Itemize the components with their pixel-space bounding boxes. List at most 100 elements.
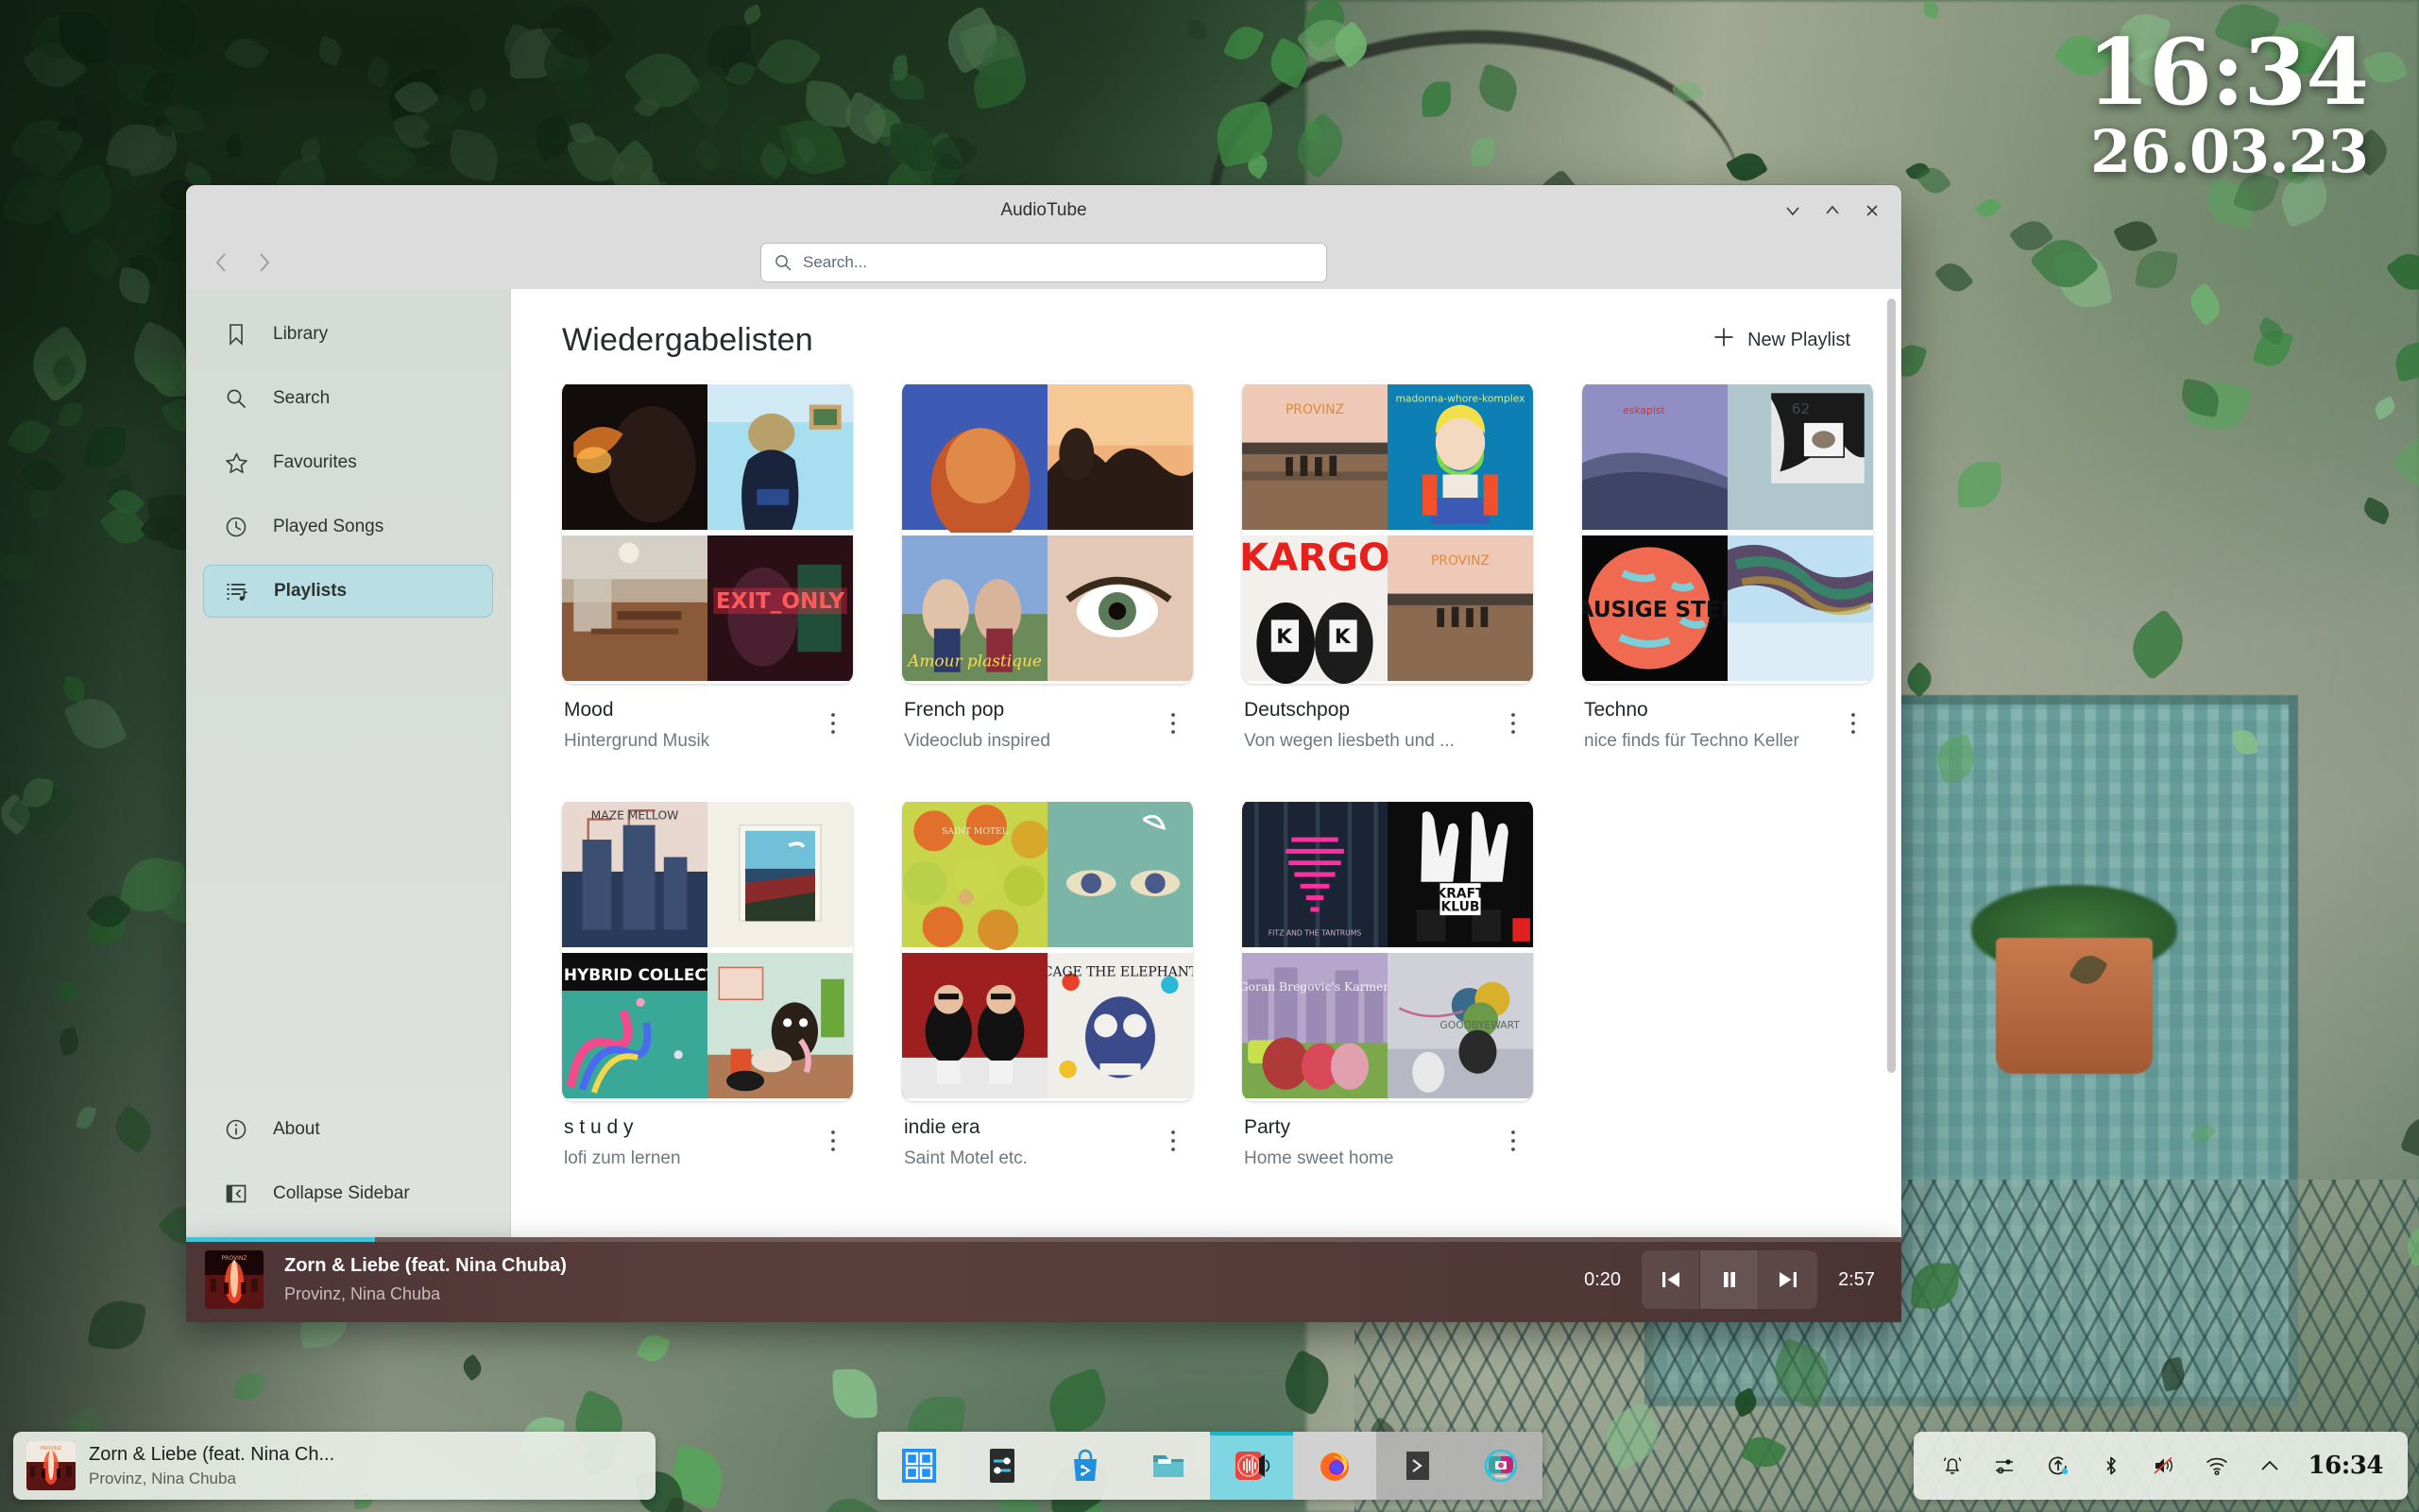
next-button[interactable] bbox=[1759, 1250, 1818, 1309]
playlist-cover[interactable]: EXIT_ONLY bbox=[562, 382, 853, 684]
sidebar-item-favourites[interactable]: Favourites bbox=[203, 436, 493, 489]
taskbar-album-art: PROVINZ bbox=[26, 1441, 76, 1490]
playlist-cover-quadrant bbox=[1728, 533, 1873, 684]
desktop-clock-date: 26.03.23 bbox=[2089, 116, 2369, 186]
player-album-art: PROVINZ bbox=[205, 1250, 264, 1309]
updates-icon[interactable] bbox=[2044, 1452, 2072, 1480]
playlist-meta: Mood Hintergrund Musik bbox=[562, 684, 853, 752]
plus-icon bbox=[1712, 325, 1736, 355]
notifications-icon[interactable] bbox=[1938, 1452, 1967, 1480]
playlist-cover-quadrant: GRAUSIGE STERN bbox=[1582, 533, 1728, 684]
playlist-menu-button[interactable] bbox=[817, 1122, 849, 1160]
playlist-cover[interactable]: FITZ AND THE TANTRUMS KRAFT KLUB Goran Breg… bbox=[1242, 799, 1533, 1101]
window-titlebar[interactable]: AudioTube bbox=[186, 185, 1901, 236]
sidebar-item-playlists[interactable]: Playlists bbox=[203, 565, 493, 618]
previous-button[interactable] bbox=[1642, 1250, 1701, 1309]
close-button[interactable] bbox=[1856, 195, 1888, 227]
playlist-title: indie era bbox=[904, 1116, 980, 1138]
svg-text:madonna-whore-komplex: madonna-whore-komplex bbox=[1395, 392, 1525, 404]
playlist-cover[interactable]: Amour plastique bbox=[902, 382, 1193, 684]
desktop-clock-widget: 16:34 26.03.23 bbox=[2087, 19, 2369, 186]
content-scrollbar[interactable] bbox=[1887, 298, 1896, 1130]
playlist-cover-quadrant bbox=[562, 533, 707, 684]
playlist-cover-quadrant: GOODBYEWART bbox=[1388, 950, 1533, 1101]
playlist-cover[interactable]: SAINT MOTEL CAGE THE ELEPHANT bbox=[902, 799, 1193, 1101]
playlist-cover-quadrant: FITZ AND THE TANTRUMS bbox=[1242, 799, 1388, 950]
wifi-icon[interactable] bbox=[2203, 1452, 2231, 1480]
window-title: AudioTube bbox=[1000, 200, 1087, 220]
taskbar-song-title: Zorn & Liebe (feat. Nina Ch... bbox=[89, 1443, 335, 1465]
nav-back-button[interactable] bbox=[201, 242, 243, 283]
playlist-card[interactable]: MAZE MELLOW THE HYBRID COLLECTIVE s t u d … bbox=[562, 799, 853, 1169]
new-playlist-button[interactable]: New Playlist bbox=[1702, 319, 1860, 361]
playlist-menu-button[interactable] bbox=[1497, 1122, 1529, 1160]
firefox-icon[interactable] bbox=[1292, 1432, 1376, 1500]
playlist-icon bbox=[225, 579, 249, 603]
playlist-subtitle: Von wegen liesbeth und ... bbox=[1244, 731, 1455, 751]
sidebar-item-label: Playlists bbox=[274, 581, 348, 601]
new-playlist-label: New Playlist bbox=[1747, 329, 1850, 350]
play-pause-button[interactable] bbox=[1700, 1250, 1760, 1309]
playlist-title: s t u d y bbox=[564, 1116, 634, 1138]
sidebar-item-library[interactable]: Library bbox=[203, 308, 493, 361]
playlist-card[interactable]: PROVINZ madonna-whore-komplex KARGO K K PROVI… bbox=[1242, 382, 1533, 752]
content-area: Wiedergabelisten New Playlist EXIT_ONLY M… bbox=[511, 289, 1901, 1237]
playlist-menu-button[interactable] bbox=[817, 705, 849, 742]
playlist-card[interactable]: SAINT MOTEL CAGE THE ELEPHANT indie era Sai… bbox=[902, 799, 1193, 1169]
playlist-subtitle: Home sweet home bbox=[1244, 1148, 1394, 1168]
sidebar-item-collapse-sidebar[interactable]: Collapse Sidebar bbox=[203, 1167, 493, 1220]
playlist-menu-button[interactable] bbox=[1157, 705, 1189, 742]
audiotube-icon[interactable] bbox=[1209, 1432, 1293, 1500]
playlist-card[interactable]: FITZ AND THE TANTRUMS KRAFT KLUB Goran Breg… bbox=[1242, 799, 1533, 1169]
playlist-menu-button[interactable] bbox=[1497, 705, 1529, 742]
svg-text:KLUB: KLUB bbox=[1441, 900, 1480, 915]
show-hidden-icon[interactable] bbox=[2256, 1452, 2284, 1480]
taskbar-now-playing[interactable]: PROVINZ Zorn & Liebe (feat. Nina Ch... P… bbox=[13, 1432, 656, 1500]
taskbar-artist-name: Provinz, Nina Chuba bbox=[89, 1469, 236, 1487]
playlist-cover-quadrant: eskapist bbox=[1582, 382, 1728, 533]
svg-text:THE HYBRID COLLECTIVE: THE HYBRID COLLECTIVE bbox=[562, 965, 707, 984]
window-headerbar bbox=[186, 236, 1901, 289]
sidebar-item-played-songs[interactable]: Played Songs bbox=[203, 501, 493, 553]
playlist-cover-quadrant bbox=[707, 950, 853, 1101]
sidebar-item-label: Favourites bbox=[273, 452, 357, 472]
sidebar-item-about[interactable]: About bbox=[203, 1103, 493, 1156]
player-track-info: Zorn & Liebe (feat. Nina Chuba) Provinz,… bbox=[284, 1255, 567, 1304]
volume-muted-icon[interactable] bbox=[2150, 1452, 2178, 1480]
scrollbar-thumb[interactable] bbox=[1887, 298, 1896, 1073]
terminal-icon[interactable] bbox=[1375, 1432, 1459, 1500]
taskbar-clock[interactable]: 16:34 bbox=[2308, 1452, 2384, 1480]
sidebar-item-search[interactable]: Search bbox=[203, 372, 493, 425]
playlist-cover[interactable]: PROVINZ madonna-whore-komplex KARGO K K PROVI… bbox=[1242, 382, 1533, 684]
svg-text:K: K bbox=[1335, 625, 1352, 649]
audio-mixer-icon[interactable] bbox=[1991, 1452, 2019, 1480]
screenshot-icon[interactable] bbox=[1458, 1432, 1542, 1500]
desktop-clock-time: 16:34 bbox=[2087, 19, 2369, 126]
svg-text:K: K bbox=[1276, 625, 1293, 649]
svg-text:KARGO: KARGO bbox=[1242, 536, 1388, 580]
player-song-title: Zorn & Liebe (feat. Nina Chuba) bbox=[284, 1255, 567, 1276]
bluetooth-icon[interactable] bbox=[2097, 1452, 2125, 1480]
playlist-cover-quadrant: Amour plastique bbox=[902, 533, 1048, 684]
playlist-menu-button[interactable] bbox=[1157, 1122, 1189, 1160]
playlist-cover[interactable]: MAZE MELLOW THE HYBRID COLLECTIVE bbox=[562, 799, 853, 1101]
playlist-card[interactable]: Amour plastique French pop Videoclub inspi… bbox=[902, 382, 1193, 752]
playlist-cover-quadrant: Goran Bregovic's Karmen bbox=[1242, 950, 1388, 1101]
maximize-button[interactable] bbox=[1816, 195, 1848, 227]
minimize-button[interactable] bbox=[1777, 195, 1809, 227]
playlist-menu-button[interactable] bbox=[1837, 705, 1869, 742]
playlist-cover[interactable]: eskapist 62 GRAUSIGE STERN bbox=[1582, 382, 1873, 684]
sidebar: Library Search Favourites Played Songs P… bbox=[186, 289, 511, 1237]
settings-sliders-icon[interactable] bbox=[961, 1432, 1044, 1500]
taskbar-system-tray: 16:34 bbox=[1913, 1432, 2408, 1500]
app-grid-icon[interactable] bbox=[877, 1432, 961, 1500]
player-progress-bar[interactable] bbox=[186, 1237, 1901, 1242]
nav-forward-button[interactable] bbox=[243, 242, 284, 283]
playlist-cover-quadrant: KARGO K K bbox=[1242, 533, 1388, 684]
file-manager-icon[interactable] bbox=[1127, 1432, 1210, 1500]
playlist-card[interactable]: eskapist 62 GRAUSIGE STERN Techno nice finds… bbox=[1582, 382, 1873, 752]
playlist-card[interactable]: EXIT_ONLY Mood Hintergrund Musik bbox=[562, 382, 853, 752]
software-store-icon[interactable] bbox=[1044, 1432, 1127, 1500]
info-icon bbox=[224, 1117, 248, 1142]
search-input[interactable] bbox=[760, 243, 1327, 282]
